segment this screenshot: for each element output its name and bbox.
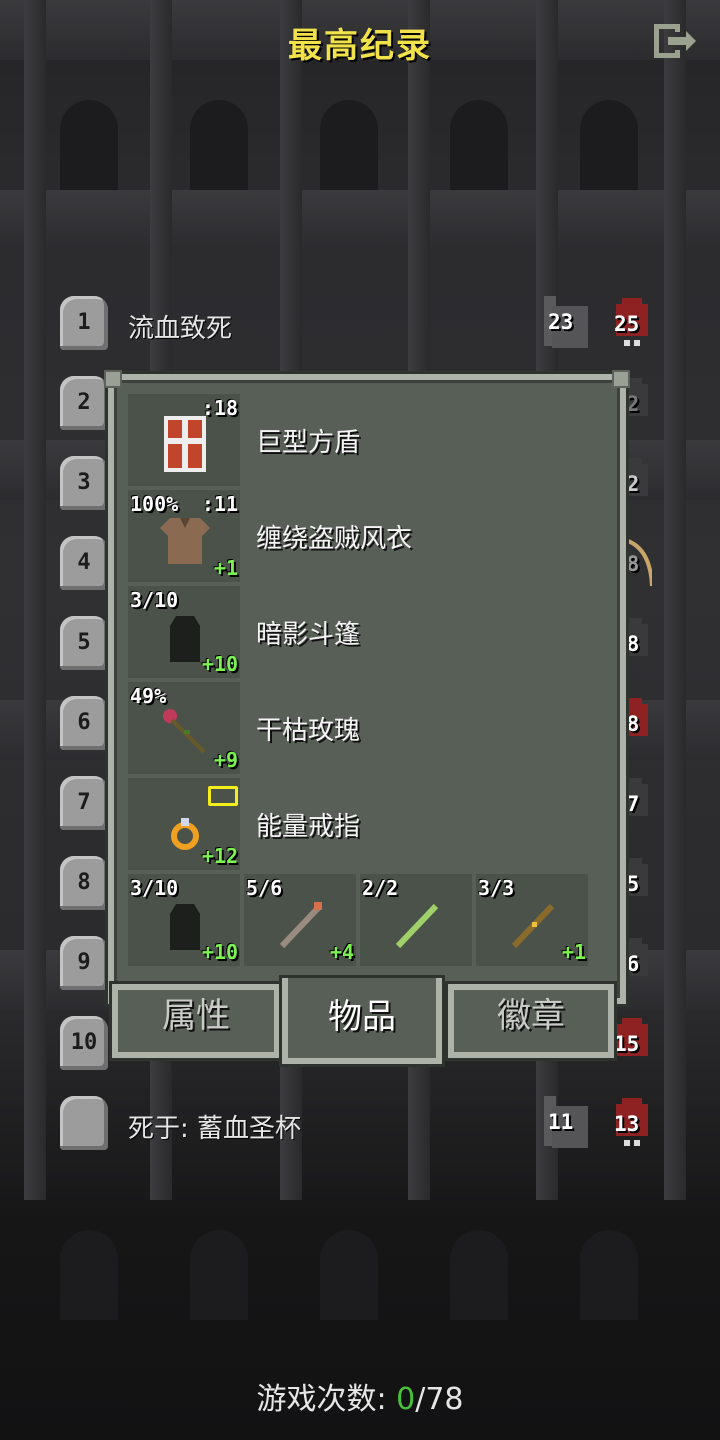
item-count: :11 xyxy=(201,492,238,516)
panel-corner xyxy=(612,370,630,388)
equipped-indicator xyxy=(208,786,238,806)
item-count: :18 xyxy=(201,396,238,420)
rank-stone: 8 xyxy=(60,856,108,910)
item-slot[interactable]: 49% +9 xyxy=(128,682,240,774)
item-slot[interactable]: 3/10 +10 xyxy=(128,586,240,678)
quickslot[interactable]: 2/2 xyxy=(360,874,472,966)
record-row[interactable]: 1 流血致死 23 25 xyxy=(0,296,720,366)
quickslot-charge: 5/6 xyxy=(246,876,283,900)
leather-armor-icon xyxy=(160,518,210,564)
item-name: 干枯玫瑰 xyxy=(256,716,361,746)
quickslot-upgrade: +1 xyxy=(561,940,586,964)
quickslot-upgrade: +10 xyxy=(201,940,238,964)
item-durability: 100% xyxy=(130,492,179,516)
wand-icon xyxy=(279,902,323,949)
item-row[interactable]: 49% +9 干枯玫瑰 xyxy=(128,680,604,776)
rank-stone: 2 xyxy=(60,376,108,430)
item-row[interactable]: 3/10 +10 暗影斗篷 xyxy=(128,584,604,680)
quickslot[interactable]: 3/3 +1 xyxy=(476,874,588,966)
depth-value: 15 xyxy=(614,1032,640,1056)
games-played-current: 0 xyxy=(396,1382,416,1417)
quickslot[interactable]: 3/10 +10 xyxy=(128,874,240,966)
depth-value: 25 xyxy=(614,312,640,336)
quickslot-charge: 2/2 xyxy=(362,876,399,900)
games-played-label: 游戏次数: xyxy=(256,1382,397,1417)
exit-button[interactable] xyxy=(650,20,700,62)
level-value: 11 xyxy=(548,1110,574,1134)
item-slot[interactable]: +12 xyxy=(128,778,240,870)
record-row[interactable]: 死于: 蓄血圣杯 11 13 xyxy=(0,1096,720,1166)
games-played: 游戏次数: 0/78 xyxy=(0,1374,720,1418)
rank-stone: 4 xyxy=(60,536,108,590)
item-name: 巨型方盾 xyxy=(256,428,361,458)
exit-icon xyxy=(654,24,696,58)
rank-stone: 3 xyxy=(60,456,108,510)
item-charge: 49% xyxy=(130,684,167,708)
item-name: 能量戒指 xyxy=(256,812,361,842)
record-cause: 流血致死 xyxy=(128,314,233,344)
rank-stone: 5 xyxy=(60,616,108,670)
items-panel: :18 巨型方盾 100% :11 +1 缠绕盗贼风衣 3/10 +10 暗影斗… xyxy=(104,370,630,1004)
rank-stone: 9 xyxy=(60,936,108,990)
quickslot-upgrade: +4 xyxy=(329,940,354,964)
dried-rose-icon xyxy=(163,709,206,754)
item-row[interactable]: 100% :11 +1 缠绕盗贼风衣 xyxy=(128,488,604,584)
item-charge: 3/10 xyxy=(130,588,179,612)
rank-stone: 7 xyxy=(60,776,108,830)
item-name: 暗影斗篷 xyxy=(256,620,361,650)
grave-stone xyxy=(60,1096,108,1150)
rank-stone: 1 xyxy=(60,296,108,350)
tower-shield-icon xyxy=(164,416,206,472)
item-name: 缠绕盗贼风衣 xyxy=(256,524,413,554)
quickslot-charge: 3/3 xyxy=(478,876,515,900)
quickslot-row: 3/10 +10 5/6 +4 2/2 3/3 +1 xyxy=(128,872,604,968)
item-row[interactable]: :18 巨型方盾 xyxy=(128,392,604,488)
item-upgrade: +9 xyxy=(213,748,238,772)
item-row[interactable]: +12 能量戒指 xyxy=(128,776,604,872)
depth-value: 13 xyxy=(614,1112,640,1136)
games-played-total: /78 xyxy=(415,1382,464,1417)
rank-stone: 10 xyxy=(60,1016,108,1070)
item-slot[interactable]: 100% :11 +1 xyxy=(128,490,240,582)
item-slot[interactable]: :18 xyxy=(128,394,240,486)
item-upgrade: +12 xyxy=(201,844,238,868)
item-upgrade: +10 xyxy=(201,652,238,676)
rank-stone: 6 xyxy=(60,696,108,750)
panel-corner xyxy=(104,370,122,388)
record-cause: 死于: 蓄血圣杯 xyxy=(128,1114,302,1144)
quickslot-charge: 3/10 xyxy=(130,876,179,900)
tab-badges[interactable]: 徽章 xyxy=(448,984,614,1058)
tab-stats[interactable]: 属性 xyxy=(112,984,280,1058)
page-title: 最高纪录 xyxy=(288,26,432,66)
quickslot[interactable]: 5/6 +4 xyxy=(244,874,356,966)
tab-items[interactable]: 物品 xyxy=(282,978,442,1064)
wand-green-icon xyxy=(395,903,439,949)
item-list: :18 巨型方盾 100% :11 +1 缠绕盗贼风衣 3/10 +10 暗影斗… xyxy=(128,392,604,968)
wand-gold-icon xyxy=(511,903,555,949)
level-value: 23 xyxy=(548,310,574,334)
item-upgrade: +1 xyxy=(213,556,238,580)
